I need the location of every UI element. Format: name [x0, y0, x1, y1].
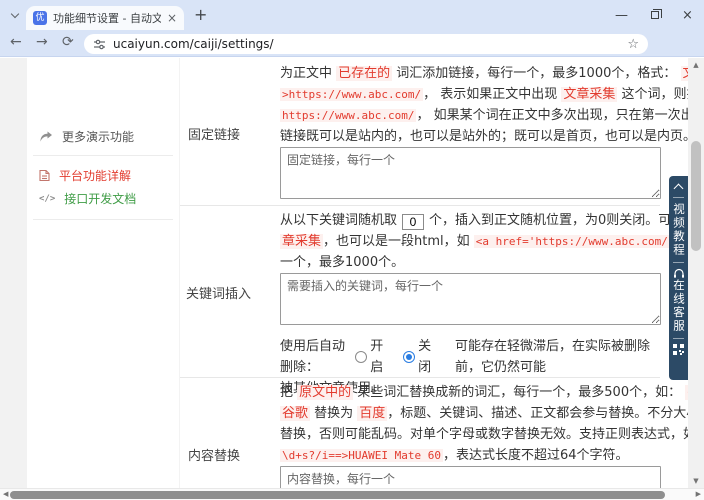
qr-code-icon[interactable] — [673, 344, 684, 355]
keyword-count-input[interactable] — [402, 214, 424, 230]
floating-help-panel: 视频教程 在线客服 — [669, 176, 688, 380]
keyword-insert-section: 从以下关键词随机取个，插入到正文随机位置，为0则关闭。可以是单独的词语如 文 章… — [280, 210, 662, 399]
window-controls: — × — [605, 0, 704, 30]
restore-icon — [651, 11, 659, 19]
panel-divider — [673, 338, 684, 339]
fixed-links-textarea[interactable] — [280, 147, 661, 199]
panel-divider — [673, 262, 684, 263]
tab-close-icon[interactable]: × — [167, 12, 177, 24]
restore-button[interactable] — [638, 0, 671, 30]
auto-delete-row: 使用后自动删除： 开启 关闭 可能存在轻微滞后，在实际被删除前，它仍然可能 — [280, 336, 662, 378]
sidebar-item-api-docs[interactable]: </> 接口开发文档 — [39, 190, 136, 207]
online-service-button[interactable]: 在线客服 — [669, 268, 688, 333]
headset-icon — [673, 268, 685, 279]
document-icon — [39, 169, 50, 182]
description-line: 一个，最多1000个。 — [280, 252, 662, 273]
keyword-insert-label: 关键词插入 — [186, 283, 251, 302]
browser-window: 优 功能细节设置 - 自动文章采集器 × + — × ← → ⟳ ucaiyun… — [0, 0, 704, 500]
tab-title: 功能细节设置 - 自动文章采集器 — [53, 10, 161, 26]
description-line: 章采集，也可以是一段html，如 <a href='https://www.ab… — [280, 231, 662, 252]
section-divider — [180, 377, 660, 378]
sidebar-item-more-demos[interactable]: 更多演示功能 — [39, 128, 134, 145]
minimize-button[interactable]: — — [605, 0, 638, 30]
forward-button[interactable]: → — [36, 34, 48, 50]
site-info-icon[interactable] — [93, 38, 106, 51]
video-tutorial-button[interactable]: 视频教程 — [669, 203, 688, 257]
video-tutorial-label: 视频教程 — [669, 203, 688, 257]
scroll-left-arrow[interactable]: ◀ — [3, 490, 8, 498]
vertical-scrollbar[interactable]: ▲ ▼ — [688, 58, 704, 488]
description-line: 替换，否则可能乱码。对单个字母或数字替换无效。支持正则表达式，如 /iphone — [280, 424, 662, 445]
auto-delete-label: 使用后自动删除： — [280, 336, 355, 378]
auto-delete-on-label[interactable]: 开启 — [370, 336, 389, 378]
sidebar-divider — [33, 219, 173, 220]
content-replace-label: 内容替换 — [188, 445, 240, 464]
auto-delete-off-label[interactable]: 关闭 — [418, 336, 437, 378]
section-divider — [180, 205, 660, 206]
settings-form: 固定链接 为正文中 已存在的 词汇添加链接，每行一个，最多1000个，格式： 文… — [180, 58, 662, 500]
left-gutter — [0, 58, 27, 500]
description-line: 把 原文中的 某些词汇替换成新的词汇，每行一个，最多500个，如： 谷歌==>百… — [280, 382, 662, 403]
auto-delete-note: 可能存在轻微滞后，在实际被删除前，它仍然可能 — [455, 336, 662, 378]
description-line: 谷歌 替换为 百度，标题、关键词、描述、正文都会参与替换。不分大小写。不支持ht… — [280, 403, 662, 424]
sidebar-item-label: 平台功能详解 — [59, 167, 131, 184]
bookmark-star-icon[interactable]: ☆ — [627, 37, 639, 52]
reload-button[interactable]: ⟳ — [62, 34, 74, 50]
chevron-down-icon — [11, 10, 19, 18]
new-tab-button[interactable]: + — [194, 5, 207, 24]
description-line: >https://www.abc.com/， 表示如果正文中出现 文章采集 这个… — [280, 84, 662, 105]
panel-divider — [673, 197, 684, 198]
scroll-down-arrow[interactable]: ▼ — [688, 477, 704, 485]
site-favicon: 优 — [33, 11, 47, 25]
browser-toolbar: ← → ⟳ ucaiyun.com/caiji/settings/ ☆ ji ⋮ — [0, 30, 704, 57]
horizontal-scrollbar-thumb[interactable] — [10, 491, 665, 499]
description-line: \d+s?/i==>HUAWEI Mate 60，表达式长度不超过64个字符。 — [280, 445, 662, 466]
sidebar-divider — [33, 155, 173, 156]
content-replace-section: 把 原文中的 某些词汇替换成新的词汇，每行一个，最多500个，如： 谷歌==>百… — [280, 382, 662, 500]
close-button[interactable]: × — [671, 0, 704, 30]
browser-tab[interactable]: 优 功能细节设置 - 自动文章采集器 × — [26, 6, 184, 30]
chevron-up-icon[interactable] — [674, 184, 684, 194]
sidebar: 更多演示功能 平台功能详解 </> 接口开发文档 — [27, 58, 180, 500]
description-line: 从以下关键词随机取个，插入到正文随机位置，为0则关闭。可以是单独的词语如 文 — [280, 210, 662, 231]
sidebar-item-label: 接口开发文档 — [64, 190, 136, 207]
scroll-right-arrow[interactable]: ▶ — [696, 490, 701, 498]
auto-delete-on-radio[interactable] — [355, 351, 367, 363]
tab-strip: 优 功能细节设置 - 自动文章采集器 × + — × — [0, 0, 704, 30]
fixed-links-section: 为正文中 已存在的 词汇添加链接，每行一个，最多1000个，格式： 文章采集 >… — [280, 63, 662, 203]
address-bar[interactable]: ucaiyun.com/caiji/settings/ ☆ — [84, 34, 648, 54]
page-content: 更多演示功能 平台功能详解 </> 接口开发文档 固定链接 为正文中 已存在的 … — [0, 58, 704, 500]
description-line: https://www.abc.com/， 如果某个词在正文中多次出现，只在第一… — [280, 105, 662, 126]
sidebar-item-platform-features[interactable]: 平台功能详解 — [39, 167, 131, 184]
description-line: 链接既可以是站内的，也可以是站外的；既可以是首页，也可以是内页。 — [280, 126, 662, 147]
tab-search-button[interactable] — [8, 10, 22, 22]
code-icon: </> — [39, 194, 55, 204]
sidebar-item-label: 更多演示功能 — [62, 128, 134, 145]
back-button[interactable]: ← — [10, 34, 22, 50]
share-arrow-icon — [39, 131, 53, 143]
auto-delete-off-radio[interactable] — [403, 351, 415, 363]
horizontal-scrollbar[interactable]: ◀ ▶ — [0, 488, 704, 500]
keywords-textarea[interactable] — [280, 273, 661, 325]
online-service-label: 在线客服 — [669, 279, 688, 333]
description-line: 为正文中 已存在的 词汇添加链接，每行一个，最多1000个，格式： 文章采集 — [280, 63, 662, 84]
url-text[interactable]: ucaiyun.com/caiji/settings/ — [113, 37, 620, 51]
vertical-scrollbar-thumb[interactable] — [691, 141, 701, 251]
fixed-links-label: 固定链接 — [188, 124, 240, 143]
scroll-up-arrow[interactable]: ▲ — [688, 61, 704, 69]
